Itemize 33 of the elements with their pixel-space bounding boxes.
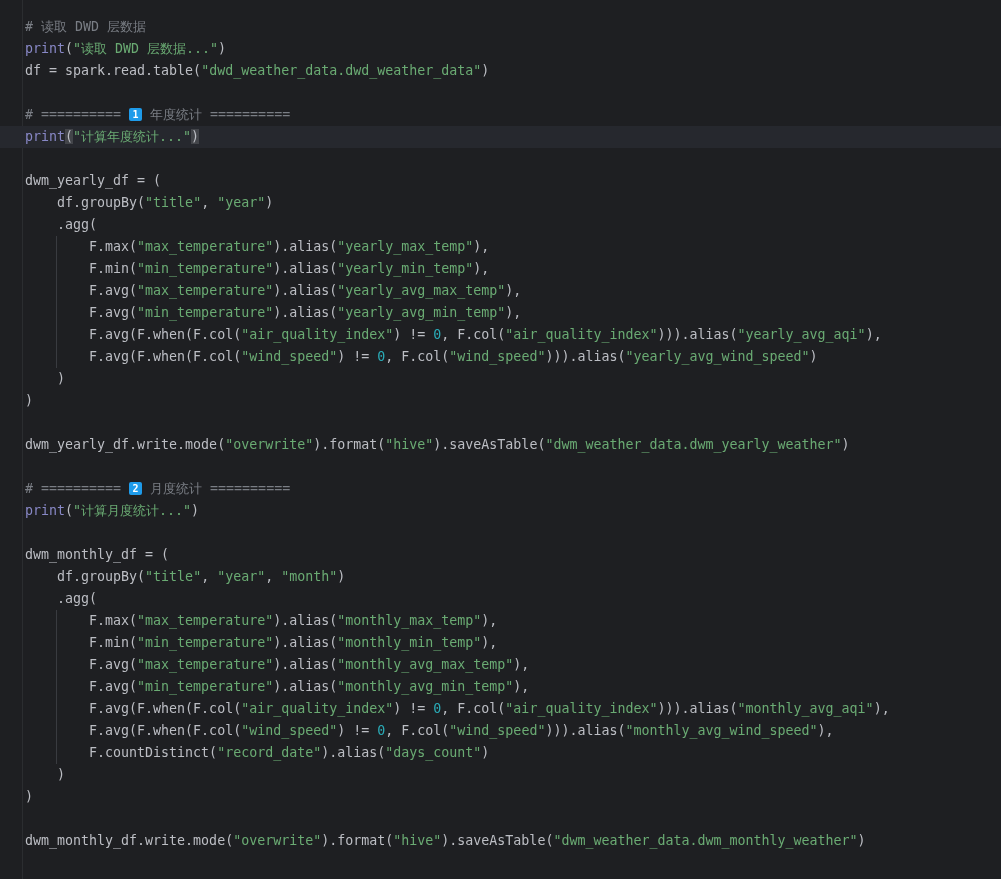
- code-line: F.avg(F.when(F.col("air_quality_index") != 0, F.col("air_quality_index"))).alias("yearly_avg_aqi"),: [88, 327, 882, 342]
- code-line: F.min("min_temperature").alias("yearly_min_temp"),: [88, 261, 490, 276]
- code-line: df.groupBy("title", "year", "month"): [56, 569, 346, 584]
- code-line: F.avg("min_temperature").alias("yearly_avg_min_temp"),: [88, 305, 522, 320]
- code-line: # ========== 2 月度统计 ==========: [25, 481, 291, 496]
- code-line: dwm_yearly_df = (: [25, 173, 162, 188]
- code-line: # 读取 DWD 层数据: [25, 19, 147, 34]
- code-line: # ========== 1 年度统计 ==========: [25, 107, 291, 122]
- code-line: dwm_monthly_df.write.mode("overwrite").format("hive").saveAsTable("dwm_weather_data.dwm_monthly_weather"): [25, 833, 866, 848]
- code-line: print("计算年度统计..."): [25, 129, 200, 144]
- code-line: ): [25, 789, 33, 804]
- code-line: .agg(: [56, 591, 98, 606]
- code-editor[interactable]: [0, 0, 1001, 879]
- code-line: df.groupBy("title", "year"): [56, 195, 274, 210]
- code-line: ): [56, 371, 66, 386]
- code-line: df = spark.read.table("dwd_weather_data.dwd_weather_data"): [25, 63, 490, 78]
- code-line: F.countDistinct("record_date").alias("days_count"): [88, 745, 490, 760]
- code-line: F.avg(F.when(F.col("air_quality_index") != 0, F.col("air_quality_index"))).alias("monthly_avg_aqi"),: [88, 701, 890, 716]
- code-line: F.min("min_temperature").alias("monthly_min_temp"),: [88, 635, 498, 650]
- code-line: F.avg("max_temperature").alias("monthly_avg_max_temp"),: [88, 657, 530, 672]
- code-line: ): [25, 393, 33, 408]
- code-line: dwm_monthly_df = (: [25, 547, 170, 562]
- code-line: .agg(: [56, 217, 98, 232]
- code-line: F.avg("min_temperature").alias("monthly_avg_min_temp"),: [88, 679, 530, 694]
- code-line: print("计算月度统计..."): [25, 503, 200, 518]
- code-line: F.max("max_temperature").alias("yearly_max_temp"),: [88, 239, 490, 254]
- code-line: print("读取 DWD 层数据..."): [25, 41, 227, 56]
- code-line: F.max("max_temperature").alias("monthly_max_temp"),: [88, 613, 498, 628]
- code-line: dwm_yearly_df.write.mode("overwrite").format("hive").saveAsTable("dwm_weather_data.dwm_yearly_weather"): [25, 437, 850, 452]
- code-line: F.avg(F.when(F.col("wind_speed") != 0, F.col("wind_speed"))).alias("monthly_avg_wind_speed"),: [88, 723, 834, 738]
- code-line: F.avg(F.when(F.col("wind_speed") != 0, F.col("wind_speed"))).alias("yearly_avg_wind_speed"): [88, 349, 818, 364]
- code-line: F.avg("max_temperature").alias("yearly_avg_max_temp"),: [88, 283, 522, 298]
- code-line: ): [56, 767, 66, 782]
